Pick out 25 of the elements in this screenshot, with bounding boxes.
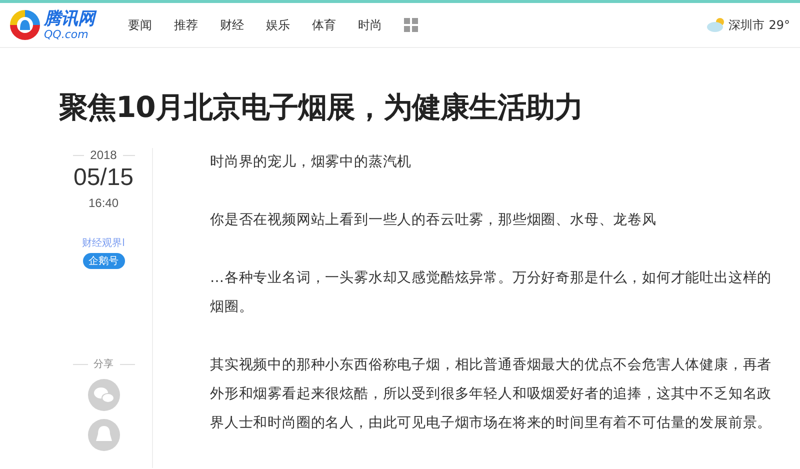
logo-domain[interactable]: QQ.com: [44, 28, 95, 40]
date-day: 05/15: [73, 164, 134, 192]
weather-city: 深圳市: [728, 16, 765, 34]
nav-link[interactable]: 时尚: [358, 16, 382, 34]
source-badge: 企鹅号: [82, 253, 124, 269]
logo-name[interactable]: 腾讯网: [44, 10, 95, 28]
article-paragraph: 时尚界的宠儿，烟雾中的蒸汽机: [210, 153, 413, 172]
nav-link[interactable]: 要闻: [128, 16, 152, 34]
nav-link[interactable]: 体育: [312, 16, 336, 34]
article-title: 聚焦10月北京电子烟展，为健康生活助力: [59, 89, 584, 126]
share-label: 分享: [94, 358, 114, 371]
chat-bubbles-icon[interactable]: [88, 379, 120, 411]
nav-link[interactable]: 推荐: [174, 16, 198, 34]
grid-menu-icon[interactable]: [404, 18, 418, 32]
weather-temperature: 29°: [768, 18, 790, 32]
penguin-icon[interactable]: [88, 419, 120, 451]
article-paragraph: 你是否在视频网站上看到一些人的吞云吐雾，那些烟圈、水母、龙卷风: [210, 211, 658, 230]
nav-link[interactable]: 财经: [220, 16, 244, 34]
article-paragraph: …各种专业名词，一头雾水却又感觉酷炫异常。万分好奇那是什么，如何才能吐出这样的烟圈。: [210, 269, 773, 317]
article-paragraph: 其实视频中的那种小东西俗称电子烟，相比普通香烟最大的优点不会危害人体健康，再者外形和烟雾看起来很炫酷，所以受到很多年轻人和吸烟爱好者的追捧，这其中不乏知名政界人士和时尚圈的名人，由此可见电子烟市场在将来的时间里有着不可估量的发展前景。: [210, 356, 773, 433]
logo-icon[interactable]: [8, 8, 42, 42]
date-year: 2018: [90, 148, 117, 162]
publish-time: 16:40: [88, 196, 119, 210]
weather-icon: [706, 18, 725, 32]
nav-link[interactable]: 娱乐: [266, 16, 290, 34]
